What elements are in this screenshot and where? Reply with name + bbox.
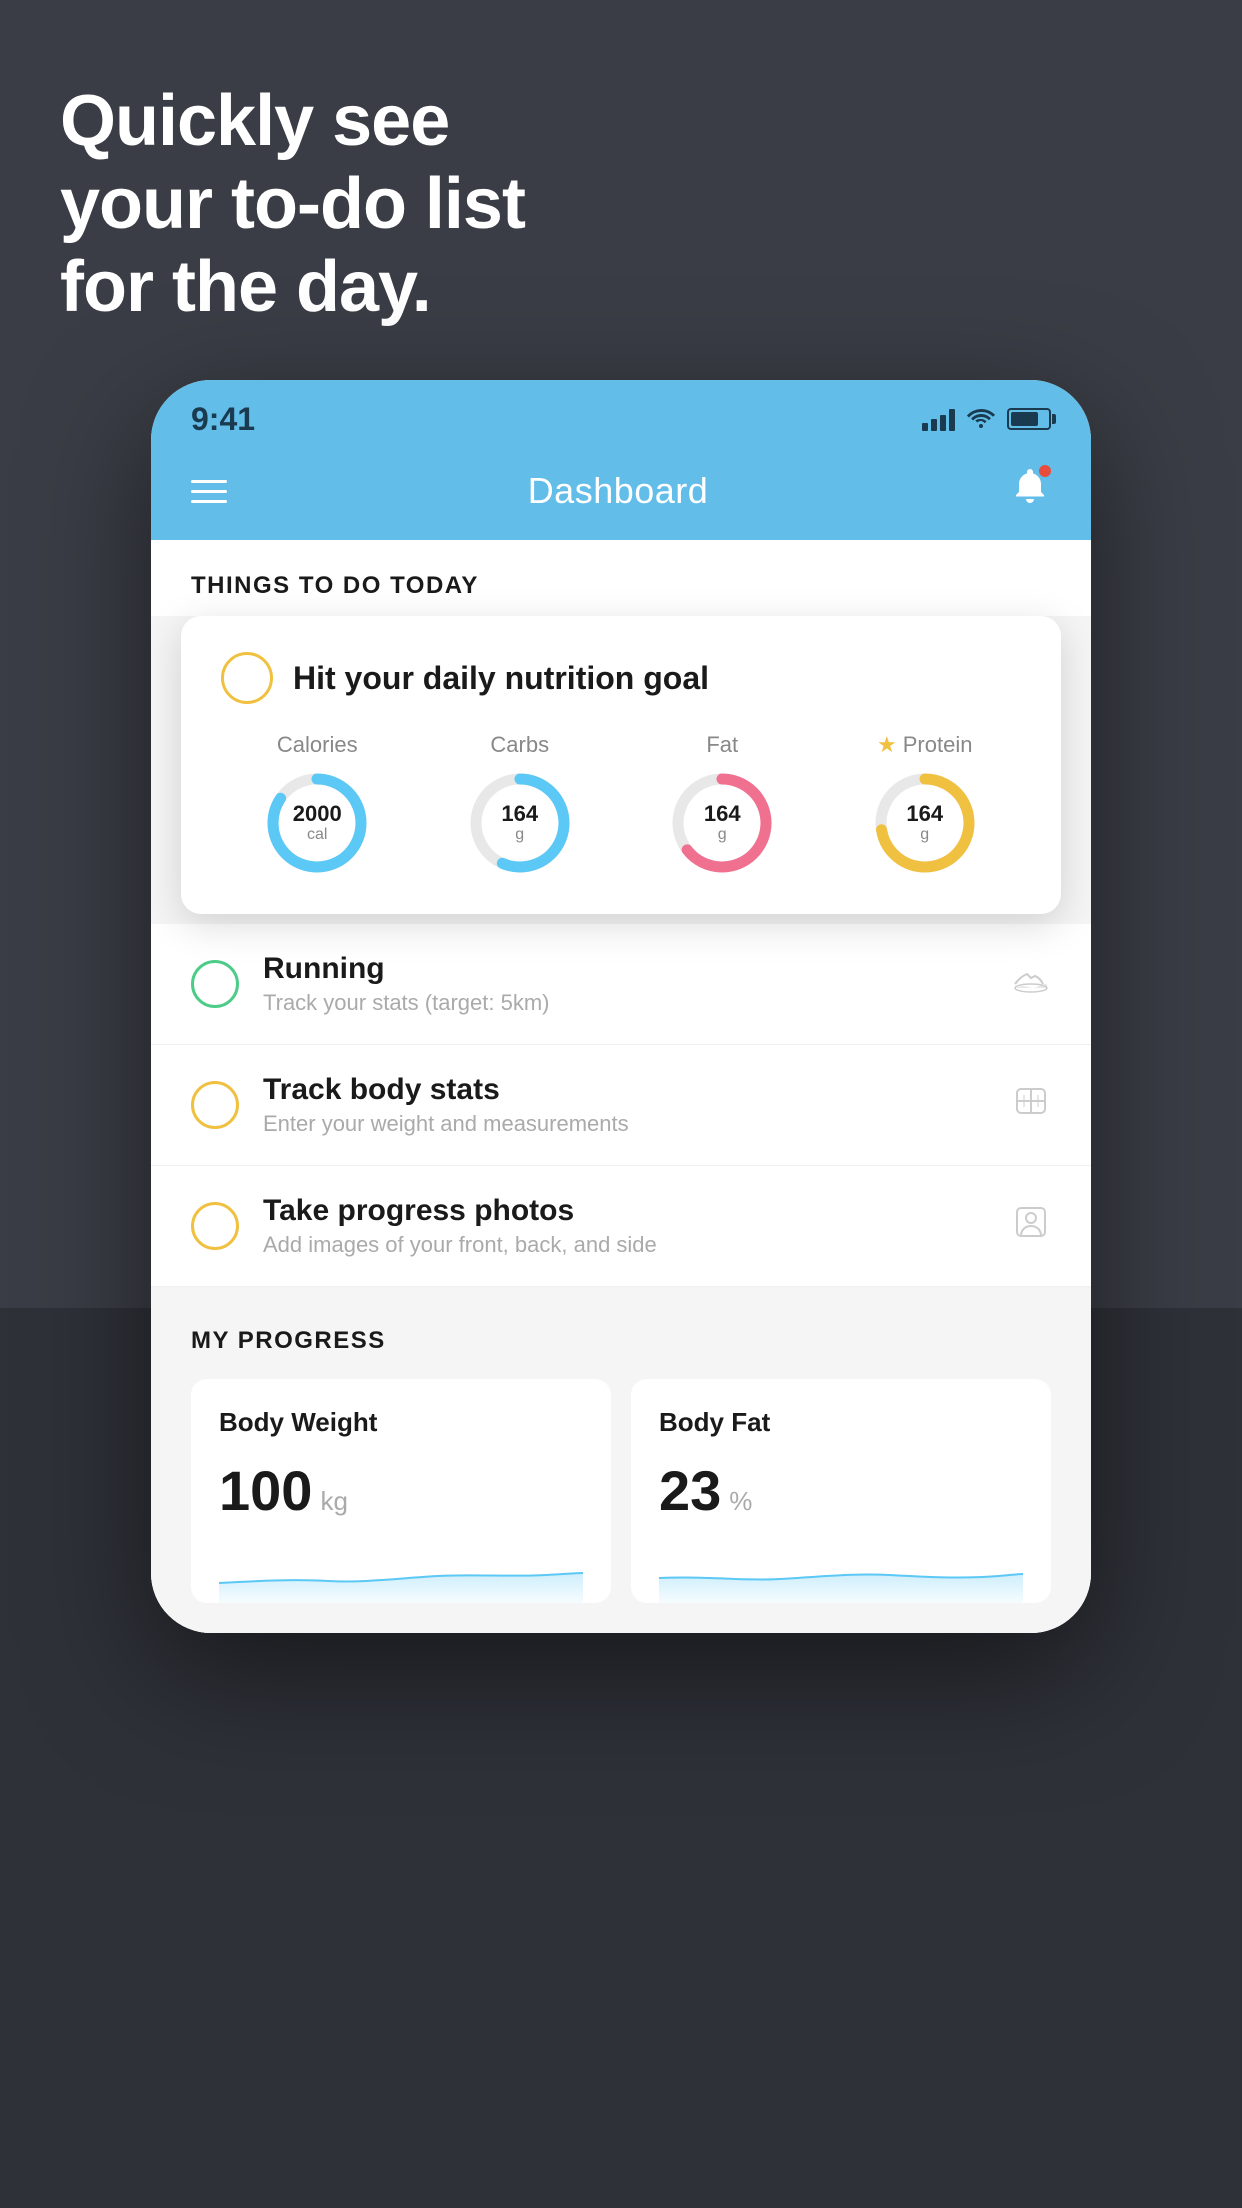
calories-stat: Calories 2000 cal [262, 732, 372, 878]
fat-label: Fat [706, 732, 738, 758]
hero-line-3: for the day. [60, 246, 525, 329]
wifi-icon [967, 404, 995, 435]
body-fat-value: 23 [659, 1458, 721, 1523]
status-bar: 9:41 [151, 380, 1091, 450]
todo-list: Running Track your stats (target: 5km) T… [151, 924, 1091, 1287]
status-icons [922, 404, 1051, 435]
nutrition-card-header: Hit your daily nutrition goal [221, 652, 1021, 704]
body-weight-chart [219, 1543, 583, 1603]
photos-subtitle: Add images of your front, back, and side [263, 1232, 1011, 1258]
app-content: THINGS TO DO TODAY Hit your daily nutrit… [151, 540, 1091, 1633]
body-fat-card[interactable]: Body Fat 23 % [631, 1379, 1051, 1603]
todo-item-body-stats[interactable]: Track body stats Enter your weight and m… [151, 1045, 1091, 1166]
calories-label: Calories [277, 732, 358, 758]
section-title: THINGS TO DO TODAY [191, 572, 479, 599]
photos-text-group: Take progress photos Add images of your … [263, 1194, 1011, 1258]
body-stats-check-circle [191, 1081, 239, 1129]
battery-icon [1007, 408, 1051, 430]
carbs-label: Carbs [490, 732, 549, 758]
body-fat-value-row: 23 % [659, 1458, 1023, 1523]
things-to-do-header: THINGS TO DO TODAY [151, 540, 1091, 616]
photos-check-circle [191, 1202, 239, 1250]
fat-value: 164 [704, 802, 741, 826]
running-subtitle: Track your stats (target: 5km) [263, 990, 1011, 1016]
star-icon: ★ [877, 732, 897, 758]
fat-unit: g [704, 826, 741, 844]
fat-stat: Fat 164 g [667, 732, 777, 878]
body-fat-unit: % [729, 1486, 752, 1517]
person-icon [1011, 1202, 1051, 1251]
notification-dot [1037, 463, 1053, 479]
body-weight-card[interactable]: Body Weight 100 kg [191, 1379, 611, 1603]
hero-line-1: Quickly see [60, 80, 525, 163]
carbs-donut: 164 g [465, 768, 575, 878]
calories-value: 2000 [293, 802, 342, 826]
carbs-stat: Carbs 164 g [465, 732, 575, 878]
todo-item-running[interactable]: Running Track your stats (target: 5km) [151, 924, 1091, 1045]
body-weight-unit: kg [320, 1486, 347, 1517]
body-stats-title: Track body stats [263, 1073, 1011, 1107]
header-title: Dashboard [528, 470, 709, 512]
progress-section: MY PROGRESS Body Weight 100 kg [151, 1287, 1091, 1633]
body-stats-subtitle: Enter your weight and measurements [263, 1111, 1011, 1137]
nutrition-card[interactable]: Hit your daily nutrition goal Calories 2… [181, 616, 1061, 914]
todo-item-photos[interactable]: Take progress photos Add images of your … [151, 1166, 1091, 1287]
nutrition-stats: Calories 2000 cal Carbs [221, 732, 1021, 878]
body-stats-text-group: Track body stats Enter your weight and m… [263, 1073, 1011, 1137]
running-text-group: Running Track your stats (target: 5km) [263, 952, 1011, 1016]
hero-text: Quickly see your to-do list for the day. [60, 80, 525, 328]
carbs-unit: g [501, 826, 538, 844]
progress-title: MY PROGRESS [191, 1327, 1051, 1355]
calories-unit: cal [293, 826, 342, 844]
progress-cards: Body Weight 100 kg [191, 1379, 1051, 1603]
protein-donut: 164 g [870, 768, 980, 878]
body-weight-value: 100 [219, 1458, 312, 1523]
protein-value: 164 [906, 802, 943, 826]
status-time: 9:41 [191, 401, 255, 438]
app-header: Dashboard [151, 450, 1091, 540]
body-fat-chart [659, 1543, 1023, 1603]
photos-title: Take progress photos [263, 1194, 1011, 1228]
scale-icon [1011, 1081, 1051, 1130]
nutrition-title: Hit your daily nutrition goal [293, 660, 709, 697]
body-weight-title: Body Weight [219, 1407, 583, 1438]
phone-mockup: 9:41 Dashboard [151, 380, 1091, 1633]
body-fat-title: Body Fat [659, 1407, 1023, 1438]
notification-bell-button[interactable] [1009, 465, 1051, 517]
hero-line-2: your to-do list [60, 163, 525, 246]
signal-icon [922, 407, 955, 431]
protein-unit: g [906, 826, 943, 844]
protein-label: ★ Protein [877, 732, 972, 758]
carbs-value: 164 [501, 802, 538, 826]
shoe-icon [1011, 960, 1051, 1009]
protein-stat: ★ Protein 164 g [870, 732, 980, 878]
fat-donut: 164 g [667, 768, 777, 878]
calories-donut: 2000 cal [262, 768, 372, 878]
running-check-circle [191, 960, 239, 1008]
nutrition-check-circle [221, 652, 273, 704]
body-weight-value-row: 100 kg [219, 1458, 583, 1523]
hamburger-menu-button[interactable] [191, 480, 227, 503]
running-title: Running [263, 952, 1011, 986]
